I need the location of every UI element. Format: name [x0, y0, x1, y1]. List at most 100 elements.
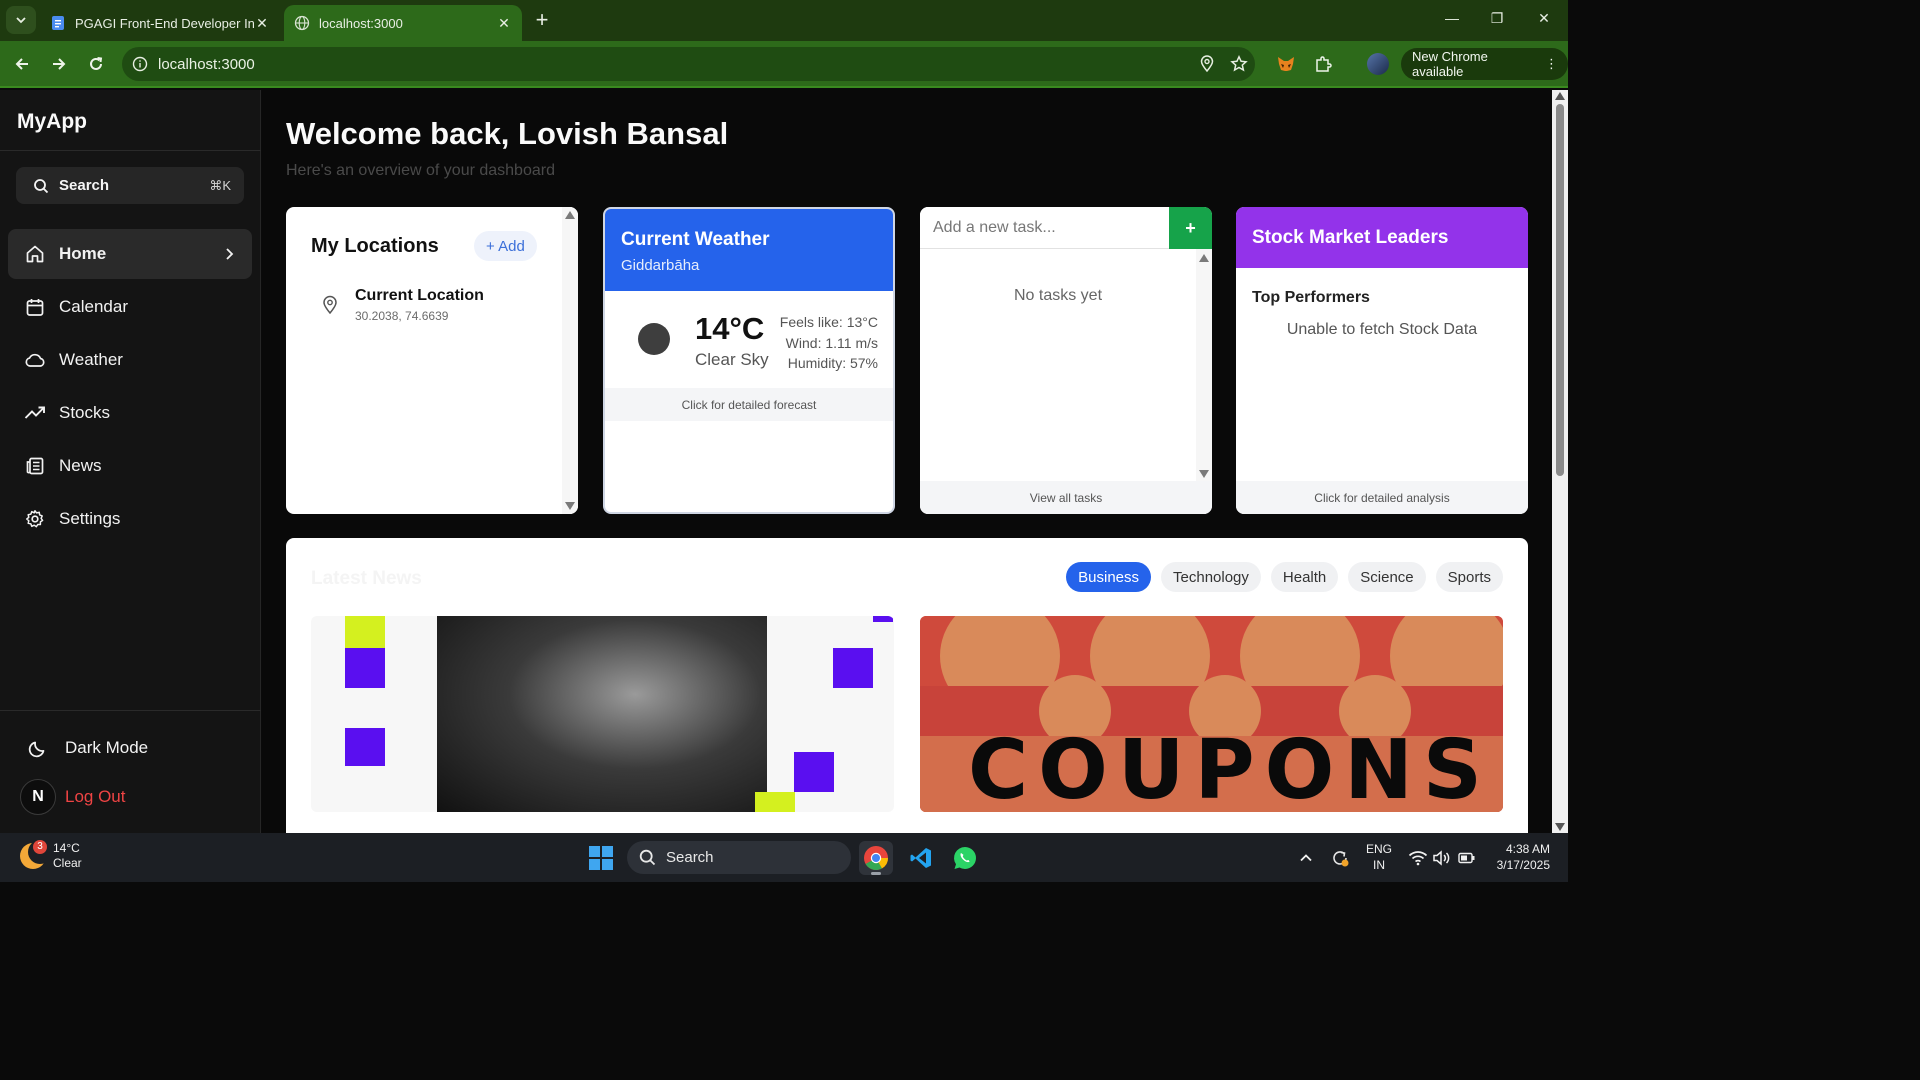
bookmark-star-icon[interactable]: [1223, 55, 1255, 73]
battery-icon[interactable]: [1458, 833, 1476, 882]
sidebar-item-label: Stocks: [59, 403, 111, 422]
add-task-button[interactable]: +: [1169, 207, 1212, 249]
location-pin-icon[interactable]: [1191, 55, 1223, 73]
sidebar-item-label: Weather: [59, 350, 123, 369]
scrollbar-thumb[interactable]: [1556, 104, 1564, 476]
sidebar-item-settings[interactable]: Settings: [8, 494, 252, 544]
sidebar-item-weather[interactable]: Weather: [8, 335, 252, 385]
news-tab-health[interactable]: Health: [1270, 562, 1339, 592]
home-icon: [24, 243, 46, 265]
scroll-down-icon[interactable]: [565, 502, 575, 510]
tab-search-button[interactable]: [6, 6, 36, 34]
input-language[interactable]: ENG IN: [1365, 841, 1393, 873]
metamask-fox-icon[interactable]: [1275, 53, 1297, 75]
browser-tab-localhost[interactable]: localhost:3000 ✕: [284, 5, 522, 41]
search-label: Search: [59, 177, 110, 194]
location-item[interactable]: Current Location 30.2038, 74.6639: [322, 287, 484, 323]
task-input[interactable]: [920, 207, 1169, 248]
window-close-icon[interactable]: ✕: [1533, 10, 1555, 32]
divider: [0, 710, 261, 711]
sidebar-item-label: Home: [59, 244, 107, 263]
new-tab-button[interactable]: +: [530, 9, 554, 33]
stocks-analysis-link[interactable]: Click for detailed analysis: [1236, 481, 1528, 514]
news-article-image[interactable]: [311, 616, 894, 812]
profile-avatar[interactable]: [1367, 53, 1389, 75]
stocks-card[interactable]: Stock Market Leaders Top Performers Unab…: [1236, 207, 1528, 514]
weather-title: Current Weather: [621, 229, 770, 250]
weather-condition-icon: [638, 323, 670, 355]
taskbar-weather-widget[interactable]: 14°C Clear: [20, 840, 82, 871]
tasks-scrollbar[interactable]: [1196, 249, 1212, 482]
weather-forecast-link[interactable]: Click for detailed forecast: [605, 388, 893, 421]
decor-square: [755, 792, 795, 812]
dashboard-main: Welcome back, Lovish Bansal Here's an ov…: [262, 90, 1552, 833]
system-clock[interactable]: 4:38 AM 3/17/2025: [1488, 841, 1550, 873]
scroll-up-icon[interactable]: [1199, 254, 1209, 262]
news-tab-science[interactable]: Science: [1348, 562, 1426, 592]
weather-header: Current Weather Giddarbāha: [605, 209, 893, 291]
view-all-tasks-link[interactable]: View all tasks: [920, 481, 1212, 514]
minimize-icon[interactable]: —: [1441, 10, 1463, 32]
browser-tab-docs[interactable]: PGAGI Front-End Developer Int ✕: [40, 5, 280, 41]
weather-card[interactable]: Current Weather Giddarbāha 14°C Clear Sk…: [603, 207, 895, 514]
vscode-app-icon[interactable]: [904, 841, 938, 875]
locations-scrollbar[interactable]: [562, 207, 578, 514]
taskbar-weather-desc: Clear: [53, 856, 82, 870]
news-tab-business[interactable]: Business: [1066, 562, 1152, 592]
address-bar[interactable]: localhost:3000: [122, 47, 1255, 81]
reload-button[interactable]: [84, 52, 108, 76]
avatar-wrap: N: [20, 779, 56, 815]
sync-icon[interactable]: [1330, 833, 1350, 882]
article-image-text: COUPONS: [968, 723, 1492, 812]
back-button[interactable]: [10, 52, 34, 76]
news-tab-sports[interactable]: Sports: [1435, 562, 1503, 592]
news-article-image[interactable]: COUPONS: [920, 616, 1503, 812]
forward-button[interactable]: [47, 52, 71, 76]
sidebar-item-label: News: [59, 456, 102, 475]
arrow-left-icon: [15, 58, 28, 70]
scroll-down-icon[interactable]: [1555, 823, 1565, 831]
page-title: Welcome back, Lovish Bansal: [286, 116, 729, 151]
weather-stats: Feels like: 13°C Wind: 1.11 m/s Humidity…: [780, 312, 878, 374]
close-icon[interactable]: ✕: [496, 15, 512, 32]
page-scrollbar[interactable]: [1552, 90, 1568, 833]
sidebar: MyApp Search ⌘K Home Calendar Weather St…: [0, 90, 261, 833]
sidebar-search[interactable]: Search ⌘K: [16, 167, 244, 204]
windows-start-icon[interactable]: [589, 846, 613, 870]
weather-city: Giddarbāha: [621, 257, 700, 274]
url-text: localhost:3000: [158, 55, 255, 73]
decor-square: [345, 648, 385, 688]
chrome-app-icon[interactable]: [859, 841, 893, 875]
dark-mode-toggle[interactable]: Dark Mode: [20, 730, 148, 766]
taskbar-search[interactable]: Search: [627, 841, 851, 874]
add-location-button[interactable]: + Add: [474, 231, 537, 261]
docs-icon: [52, 16, 64, 30]
scroll-down-icon[interactable]: [1199, 470, 1209, 478]
news-title: Latest News: [311, 568, 422, 589]
stocks-subtitle: Top Performers: [1252, 289, 1370, 306]
show-hidden-icons[interactable]: [1298, 833, 1314, 882]
weather-temperature: 14°C: [695, 311, 765, 346]
sidebar-item-home[interactable]: Home: [8, 229, 252, 279]
restore-icon[interactable]: ❐: [1486, 10, 1508, 32]
sidebar-item-stocks[interactable]: Stocks: [8, 388, 252, 438]
locations-title: My Locations: [311, 235, 439, 257]
news-tab-technology[interactable]: Technology: [1161, 562, 1261, 592]
wifi-icon[interactable]: [1408, 833, 1428, 882]
volume-icon[interactable]: [1432, 833, 1452, 882]
app-brand: MyApp: [17, 110, 87, 133]
scroll-up-icon[interactable]: [565, 211, 575, 219]
whatsapp-app-icon[interactable]: [948, 841, 982, 875]
extensions-puzzle-icon[interactable]: [1312, 53, 1334, 75]
close-icon[interactable]: ✕: [254, 15, 270, 32]
decor-square: [833, 648, 873, 688]
sidebar-item-calendar[interactable]: Calendar: [8, 282, 252, 332]
new-chrome-available-button[interactable]: New Chrome available ⋮: [1401, 48, 1568, 80]
logout-button[interactable]: N Log Out: [20, 779, 126, 815]
scroll-up-icon[interactable]: [1555, 92, 1565, 100]
divider: [0, 150, 261, 151]
sidebar-item-news[interactable]: News: [8, 441, 252, 491]
taskbar-weather-temp: 14°C: [53, 841, 80, 855]
kebab-menu-icon[interactable]: ⋮: [1545, 56, 1558, 72]
site-info-icon[interactable]: [122, 56, 158, 72]
